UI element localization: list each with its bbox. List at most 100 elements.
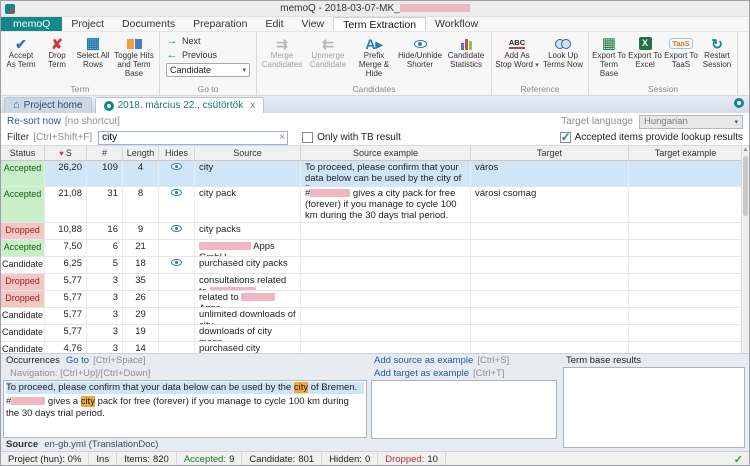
highlighted-term: city — [81, 396, 95, 407]
merge-candidates-button[interactable]: ⇉ Merge Candidates — [259, 33, 305, 84]
only-tb-checkbox[interactable] — [302, 132, 313, 143]
look-up-terms-now-button[interactable]: Look Up Terms Now — [540, 33, 586, 84]
hides-cell — [159, 161, 195, 186]
table-row[interactable]: Dropped 10,88 16 9 city packs — [1, 223, 743, 240]
source-cell: city — [195, 161, 301, 186]
scroll-up-icon[interactable]: ▲ — [742, 146, 749, 155]
target-cell: városi csomag — [471, 187, 629, 222]
col-length[interactable]: Length — [123, 146, 159, 160]
export-to-excel-button[interactable]: X Export To Excel — [627, 33, 663, 84]
occurrence-item[interactable]: # gives a city pack for free (forever) i… — [6, 396, 364, 420]
restart-session-button[interactable]: ↻ Restart Session — [699, 33, 735, 84]
ribbon-tab-bar: memoQ Project Documents Preparation Edit… — [1, 17, 749, 32]
prefix-merge-hide-button[interactable]: A▸ Prefix Merge & Hide — [351, 33, 397, 84]
target-example-cell — [629, 325, 743, 341]
col-target[interactable]: Target — [471, 146, 629, 160]
filter-input[interactable] — [98, 131, 288, 145]
target-cell — [471, 308, 629, 324]
tab-term-extraction-session[interactable]: 2018. március 22., csütörtök x — [95, 97, 265, 113]
select-all-rows-button[interactable]: ▦ Select All Rows — [75, 33, 111, 84]
hide-unhide-shorter-button[interactable]: Hide/Unhide Shorter — [397, 33, 443, 84]
export-to-term-base-button[interactable]: ▦ Export To Term Base — [591, 33, 627, 84]
clear-filter-icon[interactable]: × — [279, 132, 285, 143]
export-to-taas-button[interactable]: TaaS Export To TaaS — [663, 33, 699, 84]
table-row[interactable]: Candidate 4,76 3 14 purchased city — [1, 342, 743, 353]
insert-mode: Ins — [89, 452, 117, 466]
status-cell: Candidate — [1, 308, 45, 324]
occurrence-item[interactable]: To proceed, please confirm that your dat… — [6, 382, 364, 394]
tab-documents[interactable]: Documents — [113, 17, 184, 31]
source-cell: purchased city packs — [195, 257, 301, 273]
table-row[interactable]: Dropped 5,77 3 35 consultations related … — [1, 274, 743, 291]
dropped-count: Dropped:10 — [378, 452, 446, 466]
candidate-statistics-button[interactable]: Candidate Statistics — [443, 33, 489, 84]
unmerge-candidate-button[interactable]: ⇇ Unmerge Candidate — [305, 33, 351, 84]
col-status[interactable]: Status — [1, 146, 45, 160]
tab-workflow[interactable]: Workflow — [426, 17, 487, 31]
toggle-hits-term-base-button[interactable]: Toggle Hits and Term Base — [111, 33, 157, 84]
close-tab-icon[interactable]: x — [250, 100, 255, 111]
tab-edit[interactable]: Edit — [256, 17, 292, 31]
target-language-select[interactable]: Hungarian ▾ — [639, 115, 743, 129]
goto-next-button[interactable]: → Next — [166, 35, 250, 47]
col-hides[interactable]: Hides — [159, 146, 195, 160]
source-example-cell — [301, 240, 471, 256]
occurrences-title: Occurrences — [6, 355, 60, 366]
example-editor[interactable] — [371, 380, 557, 439]
bar-chart-icon — [461, 35, 472, 52]
add-source-example-link[interactable]: Add source as example — [374, 355, 473, 366]
grid-body: Accepted 26,20 109 4 city To proceed, pl… — [1, 161, 749, 353]
freq-cell: 3 — [87, 342, 123, 353]
goto-occurrence-link[interactable]: Go to — [66, 355, 89, 366]
resort-link[interactable]: Re-sort now — [7, 116, 61, 127]
target-example-cell — [629, 291, 743, 307]
hidden-count: Hidden:0 — [322, 452, 378, 466]
sort-indicator-icon: ♥ — [59, 149, 64, 158]
tab-project-home[interactable]: ⌂ Project home — [4, 97, 92, 113]
drop-x-icon: ✘ — [51, 35, 63, 52]
house-icon: ⌂ — [13, 100, 20, 111]
vertical-scrollbar[interactable]: ▲ — [741, 146, 749, 353]
table-row[interactable]: Candidate 6,25 5 18 purchased city packs — [1, 257, 743, 274]
col-score[interactable]: ♥S — [45, 146, 87, 160]
source-example-cell — [301, 274, 471, 290]
tab-view[interactable]: View — [293, 17, 334, 31]
score-cell: 5,77 — [45, 308, 87, 324]
table-row[interactable]: Accepted 7,50 6 21 Apps GmbH — [1, 240, 743, 257]
col-source[interactable]: Source — [195, 146, 301, 160]
goto-candidate-select[interactable]: Candidate ▾ — [166, 63, 250, 77]
table-row[interactable]: Dropped 5,77 3 26 related to Apps — [1, 291, 743, 308]
filter-bar: Re-sort now [no shortcut] Target languag… — [1, 113, 749, 146]
accepted-lookup-checkbox[interactable] — [560, 132, 571, 143]
tab-preparation[interactable]: Preparation — [184, 17, 256, 31]
col-frequency[interactable]: # — [87, 146, 123, 160]
tab-strip-menu-icon[interactable] — [734, 98, 744, 108]
table-row[interactable]: Candidate 5,77 3 19 downloads of city ma… — [1, 325, 743, 342]
freq-cell: 16 — [87, 223, 123, 239]
col-source-example[interactable]: Source example — [301, 146, 471, 160]
term-base-export-icon: ▦ — [602, 35, 616, 52]
table-row[interactable]: Accepted 26,20 109 4 city To proceed, pl… — [1, 161, 743, 187]
filter-shortcut: [Ctrl+Shift+F] — [33, 132, 92, 143]
target-cell — [471, 342, 629, 353]
score-cell: 5,77 — [45, 274, 87, 290]
table-row[interactable]: Accepted 21,08 31 8 city pack # gives a … — [1, 187, 743, 223]
col-target-example[interactable]: Target example — [629, 146, 743, 160]
score-cell: 4,76 — [45, 342, 87, 353]
chevron-down-icon: ▾ — [242, 66, 246, 74]
tab-project[interactable]: Project — [62, 17, 113, 31]
table-row[interactable]: Candidate 5,77 3 29 unlimited downloads … — [1, 308, 743, 325]
occurrence-list: To proceed, please confirm that your dat… — [3, 380, 367, 438]
add-target-example-link[interactable]: Add target as example — [374, 368, 469, 379]
drop-term-button[interactable]: ✘ Drop Term — [39, 33, 75, 84]
group-label-reference: Reference — [494, 84, 586, 95]
add-as-stop-word-button[interactable]: ABC Add As Stop Word ▾ — [494, 33, 540, 84]
goto-previous-button[interactable]: ← Previous — [166, 49, 250, 61]
tab-term-extraction[interactable]: Term Extraction — [333, 17, 426, 31]
term-grid: Status ♥S # Length Hides Source Source e… — [1, 146, 749, 353]
tab-memoq[interactable]: memoQ — [1, 17, 62, 31]
scrollbar-thumb[interactable] — [743, 156, 748, 216]
target-example-cell — [629, 342, 743, 353]
accept-as-term-button[interactable]: ✔ Accept As Term — [3, 33, 39, 84]
add-target-shortcut: [Ctrl+T] — [473, 368, 504, 379]
